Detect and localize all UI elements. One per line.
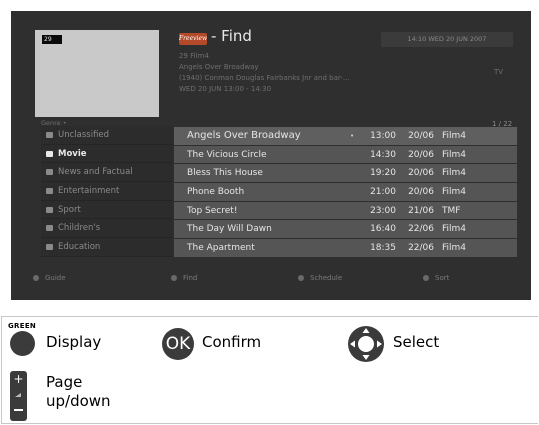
programme-time: 14:30 xyxy=(370,149,396,160)
programme-list: Angels Over Broadway • 13:00 20/06 Film4… xyxy=(174,127,517,258)
film-icon xyxy=(46,150,53,157)
genre-item-label: Children's xyxy=(58,223,101,234)
tv-label: TV xyxy=(494,68,504,76)
display-label: Display xyxy=(46,333,102,351)
programme-time: 18:35 xyxy=(370,242,396,253)
footer-guide-label: Guide xyxy=(45,274,66,282)
programme-date: 22/06 xyxy=(408,224,434,235)
footer-sort[interactable]: Sort xyxy=(423,274,449,282)
info-programme-title: Angels Over Broadway xyxy=(179,63,259,71)
genre-item-childrens[interactable]: Children's xyxy=(41,219,173,239)
genre-item-sport[interactable]: Sport xyxy=(41,200,173,220)
channel-number-badge: 29 xyxy=(42,35,62,44)
genre-item-unclassified[interactable]: Unclassified xyxy=(41,126,173,145)
programme-date: 20/06 xyxy=(408,130,434,141)
star-icon xyxy=(46,187,53,194)
genre-item-education[interactable]: Education xyxy=(41,238,173,257)
selected-marker: • xyxy=(350,131,355,140)
info-airtime: WED 20 JUN 13:00 - 14:30 xyxy=(179,85,272,93)
green-button-icon xyxy=(171,275,177,281)
programme-row[interactable]: The Day Will Dawn 16:40 22/06 Film4 xyxy=(174,220,517,240)
genre-item-label: Entertainment xyxy=(58,185,120,196)
genre-item-label: News and Factual xyxy=(58,167,133,178)
footer-guide[interactable]: Guide xyxy=(33,274,66,282)
programme-row[interactable]: Top Secret! 23:00 21/06 TMF xyxy=(174,201,517,221)
folder-icon xyxy=(46,131,53,138)
programme-title: The Day Will Dawn xyxy=(187,224,272,235)
genre-item-label: Movie xyxy=(58,148,87,159)
programme-title: Phone Booth xyxy=(187,186,245,197)
genre-item-news-and-factual[interactable]: News and Factual xyxy=(41,163,173,183)
page-rocker-icon: + xyxy=(10,371,27,421)
page-title: - Find xyxy=(211,27,252,45)
programme-channel: Film4 xyxy=(442,130,467,141)
programme-time: 19:20 xyxy=(370,168,396,179)
green-button-icon xyxy=(10,331,35,356)
programme-time: 21:00 xyxy=(370,186,396,197)
programme-date: 20/06 xyxy=(408,168,434,179)
genre-list: Unclassified Movie News and Factual Ente… xyxy=(41,126,173,257)
genre-item-entertainment[interactable]: Entertainment xyxy=(41,182,173,201)
programme-row[interactable]: Angels Over Broadway • 13:00 20/06 Film4 xyxy=(174,127,517,146)
genre-item-movie[interactable]: Movie xyxy=(41,144,173,164)
info-description: (1940) Conman Douglas Fairbanks Jnr and … xyxy=(179,74,350,82)
news-icon xyxy=(46,169,53,176)
confirm-label: Confirm xyxy=(202,333,262,351)
programme-row[interactable]: Phone Booth 21:00 20/06 Film4 xyxy=(174,183,517,202)
child-icon xyxy=(46,225,53,232)
ball-icon xyxy=(46,206,53,213)
datetime-display: 14:10 WED 20 JUN 2007 xyxy=(381,32,513,47)
programme-channel: TMF xyxy=(442,205,461,216)
footer-schedule[interactable]: Schedule xyxy=(298,274,342,282)
blue-button-icon xyxy=(423,275,429,281)
programme-title: Top Secret! xyxy=(187,205,238,216)
programme-date: 21/06 xyxy=(408,205,434,216)
ok-button-icon: OK xyxy=(162,328,194,360)
programme-date: 20/06 xyxy=(408,149,434,160)
yellow-button-icon xyxy=(298,275,304,281)
video-preview: 29 xyxy=(35,30,159,117)
programme-channel: Film4 xyxy=(442,186,467,197)
programme-title: Angels Over Broadway xyxy=(187,130,301,142)
page-label-line2: up/down xyxy=(46,392,111,410)
programme-row[interactable]: Bless This House 19:20 20/06 Film4 xyxy=(174,164,517,184)
programme-title: The Apartment xyxy=(187,242,255,253)
programme-row[interactable]: The Apartment 18:35 22/06 Film4 xyxy=(174,239,517,258)
freeview-logo: Freeview xyxy=(179,33,207,45)
dpad-icon xyxy=(348,326,384,362)
key-legend: GREEN Display OK Confirm Select + Page u… xyxy=(1,316,538,424)
footer-schedule-label: Schedule xyxy=(310,274,343,282)
programme-row[interactable]: The Vicious Circle 14:30 20/06 Film4 xyxy=(174,145,517,165)
page-updown-label: Page up/down xyxy=(46,373,111,411)
programme-channel: Film4 xyxy=(442,224,467,235)
green-key-label: GREEN xyxy=(8,322,37,330)
programme-channel: Film4 xyxy=(442,149,467,160)
graduation-icon xyxy=(46,243,53,250)
programme-date: 22/06 xyxy=(408,242,434,253)
page-label-line1: Page xyxy=(46,373,83,391)
programme-channel: Film4 xyxy=(442,242,467,253)
red-button-icon xyxy=(33,275,39,281)
tv-screen: 29 Freeview - Find 14:10 WED 20 JUN 2007… xyxy=(11,11,531,300)
select-label: Select xyxy=(393,333,440,351)
genre-item-label: Unclassified xyxy=(58,129,110,140)
footer-find[interactable]: Find xyxy=(171,274,197,282)
tv-footer: Guide Find Schedule Sort xyxy=(11,268,531,291)
programme-title: Bless This House xyxy=(187,168,263,179)
programme-channel: Film4 xyxy=(442,168,467,179)
programme-title: The Vicious Circle xyxy=(187,149,267,160)
footer-find-label: Find xyxy=(183,274,198,282)
programme-date: 20/06 xyxy=(408,186,434,197)
genre-item-label: Education xyxy=(58,241,101,252)
footer-sort-label: Sort xyxy=(435,274,450,282)
info-channel: 29 Film4 xyxy=(179,52,209,60)
programme-time: 23:00 xyxy=(370,205,396,216)
programme-time: 16:40 xyxy=(370,224,396,235)
genre-item-label: Sport xyxy=(58,204,81,215)
programme-time: 13:00 xyxy=(370,130,396,141)
